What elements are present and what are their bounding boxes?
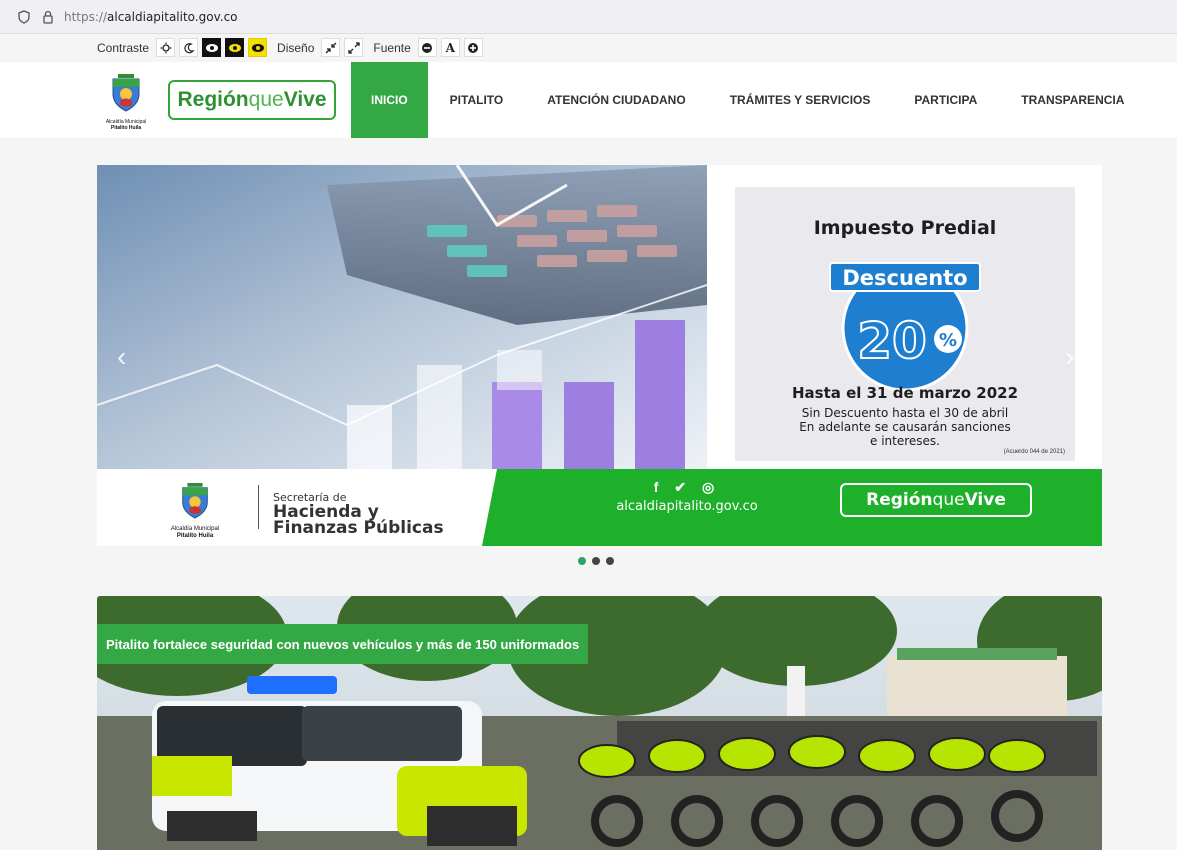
predial-promo-card: Impuesto Predial Descuento 20 % Hasta el… [735, 187, 1075, 461]
carousel-dot-3[interactable] [606, 557, 614, 565]
carousel-prev-arrow[interactable]: ‹ [117, 341, 126, 373]
footer-region-part2: que [932, 490, 965, 510]
footer-region-part3: Vive [964, 490, 1006, 510]
sun-icon [160, 42, 172, 53]
footer-caption-1: Alcaldía Municipal [170, 526, 220, 532]
municipality-logo[interactable]: Alcaldía Municipal Pitalito Huila [104, 74, 148, 134]
design-expand-button[interactable] [344, 38, 364, 57]
discount-badge: Descuento 20 % [829, 262, 981, 392]
promo-panel: Impuesto Predial Descuento 20 % Hasta el… [707, 165, 1102, 469]
news-headline[interactable]: Pitalito fortalece seguridad con nuevos … [97, 624, 589, 664]
coat-of-arms-icon [112, 74, 140, 112]
nav-item-transparencia[interactable]: TRANSPARENCIA [999, 62, 1146, 138]
promo-footnote: (Acuerdo 044 de 2021) [1003, 449, 1065, 455]
contrast-black-yellow-button[interactable] [248, 38, 268, 57]
compress-icon [325, 42, 337, 53]
carousel-next-arrow[interactable]: › [1065, 341, 1074, 373]
minus-circle-icon [422, 42, 433, 53]
carousel-dots [578, 557, 614, 565]
shield-icon[interactable] [16, 9, 32, 25]
promo-percent-number: 20 [857, 312, 927, 370]
calculator-chart-photo [97, 165, 707, 469]
nav-item-tramites-y-servicios[interactable]: TRÁMITES Y SERVICIOS [708, 62, 893, 138]
footer-region-logo: Región que Vive [840, 483, 1032, 517]
promo-badge-text: Descuento [842, 266, 967, 290]
eye-icon [251, 43, 264, 52]
contrast-light-button[interactable] [156, 38, 176, 57]
promo-percent-sign: % [939, 330, 957, 351]
font-letter: A [445, 40, 455, 55]
secretaria-label: Secretaría de Hacienda y Finanzas Públic… [273, 491, 444, 538]
promo-note-1: Sin Descuento hasta el 30 de abril [801, 406, 1009, 420]
expand-icon [348, 41, 360, 54]
nav-item-pitalito[interactable]: PITALITO [428, 62, 526, 138]
promo-note-2: En adelante se causarán sanciones [799, 420, 1011, 434]
footer-divider [258, 485, 259, 529]
contrast-label: Contraste [97, 40, 150, 55]
plus-circle-icon [468, 42, 479, 53]
footer-municipality-logo: Alcaldía Municipal Pitalito Huila [165, 483, 225, 540]
region-logo-part3: Vive [283, 88, 327, 111]
url-field[interactable]: https://alcaldiapitalito.gov.co [64, 10, 238, 24]
design-label: Diseño [277, 40, 315, 55]
contrast-yellow-black-button[interactable] [225, 38, 245, 57]
nav-item-inicio[interactable]: INICIO [351, 62, 428, 138]
accessibility-toolbar: Contraste Diseño Fuente A [0, 34, 1177, 89]
main-nav: INICIO PITALITO ATENCIÓN CIUDADANO TRÁMI… [351, 62, 1146, 138]
region-logo-part1: Región [177, 88, 249, 111]
social-block: f ✔ ◎ alcaldiapitalito.gov.co [587, 479, 787, 514]
url-scheme: https:// [64, 9, 108, 24]
hero-banner[interactable]: Impuesto Predial Descuento 20 % Hasta el… [97, 165, 1102, 546]
promo-deadline: Hasta el 31 de marzo 2022 [791, 384, 1019, 402]
eye-icon [228, 43, 241, 52]
font-reset-button[interactable]: A [440, 38, 460, 57]
nav-item-atencion-ciudadano[interactable]: ATENCIÓN CIUDADANO [525, 62, 707, 138]
promo-title: Impuesto Predial [813, 217, 997, 239]
nav-item-participa[interactable]: PARTICIPA [892, 62, 999, 138]
secretaria-line2: Finanzas Públicas [273, 518, 444, 538]
promo-notes: Sin Descuento hasta el 30 de abril En ad… [735, 406, 1075, 448]
footer-region-part1: Región [866, 490, 933, 510]
browser-url-bar: https://alcaldiapitalito.gov.co [0, 0, 1177, 34]
coat-of-arms-icon [182, 483, 208, 519]
promo-note-3: e intereses. [870, 434, 940, 448]
eye-icon [205, 43, 218, 52]
lock-icon[interactable] [40, 9, 56, 25]
font-label: Fuente [373, 40, 411, 55]
news-feature[interactable]: Pitalito fortalece seguridad con nuevos … [97, 596, 1102, 850]
footer-caption-2: Pitalito Huila [176, 533, 214, 539]
url-host: alcaldiapitalito.gov.co [107, 9, 238, 24]
contrast-high-button[interactable] [202, 38, 222, 57]
region-que-vive-logo[interactable]: Región que Vive [168, 80, 336, 120]
moon-icon [183, 42, 195, 53]
design-compress-button[interactable] [321, 38, 341, 57]
carousel-dot-1[interactable] [578, 557, 586, 565]
font-decrease-button[interactable] [417, 38, 437, 57]
banner-footer: Alcaldía Municipal Pitalito Huila Secret… [97, 469, 1102, 546]
logo-caption-line2: Pitalito Huila [110, 125, 142, 131]
contrast-dark-button[interactable] [179, 38, 199, 57]
region-logo-part2: que [248, 88, 284, 111]
footer-site-url: alcaldiapitalito.gov.co [616, 499, 758, 514]
font-increase-button[interactable] [463, 38, 483, 57]
site-header: Alcaldía Municipal Pitalito Huila Región… [0, 62, 1177, 138]
carousel-dot-2[interactable] [592, 557, 600, 565]
social-icons: f ✔ ◎ [653, 479, 721, 495]
